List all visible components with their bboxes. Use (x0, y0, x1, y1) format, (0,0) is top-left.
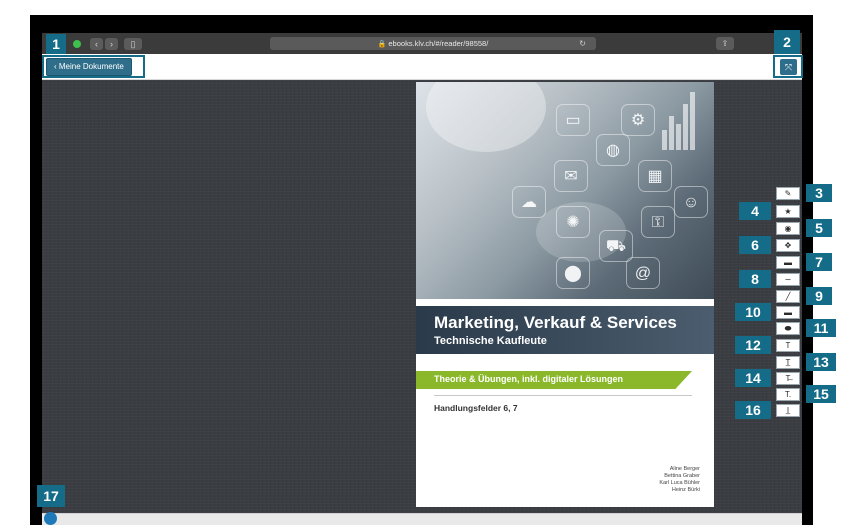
cover-photo: ▭ ⚙ ◍ ✉ ▦ ☁ ☺ ✺ ⚿ ⛟ ⬤ @ (416, 82, 714, 299)
author: Heinz Bürki (671, 487, 700, 493)
lock-icon: 🔒 (377, 41, 387, 48)
author: Aline Berger (669, 466, 700, 472)
title-band: Marketing, Verkauf & Services Technische… (416, 306, 714, 354)
browser-toolbar: ‹ › ▯ 🔒 ebooks.klv.ch/#/reader/98558/ ↻ ⇪ (42, 33, 802, 54)
fields-text: Handlungsfelder 6, 7 (434, 403, 518, 413)
ellipse-icon[interactable]: ⬬ (776, 322, 800, 335)
eye-icon[interactable]: ◉ (776, 222, 800, 235)
book-subtitle: Technische Kaufleute (434, 335, 547, 347)
highlight-fullscreen (773, 55, 803, 78)
back-arrow-icon[interactable]: ‹ (90, 38, 103, 50)
freehand-icon[interactable]: ∼ (776, 273, 800, 286)
reader-header: ‹ Meine Dokumente ⤧ (42, 54, 802, 80)
move-icon[interactable]: ✥ (776, 239, 800, 252)
address-bar[interactable]: 🔒 ebooks.klv.ch/#/reader/98558/ ↻ (270, 37, 596, 50)
settings-icon: ⚙ (621, 104, 655, 136)
callout-2: 2 (774, 30, 800, 54)
callout-15: 15 (806, 385, 836, 403)
text-underline-icon[interactable]: I̲ (776, 404, 800, 417)
text-small-icon[interactable]: T. (776, 388, 800, 401)
callout-6: 6 (739, 236, 771, 254)
cloud-icon: ☁ (512, 186, 546, 218)
author: Bettina Graber (664, 473, 700, 479)
book-cover-page[interactable]: ▭ ⚙ ◍ ✉ ▦ ☁ ☺ ✺ ⚿ ⛟ ⬤ @ Marketing, Verka… (416, 82, 714, 507)
strikethrough-icon[interactable]: T̶ (776, 372, 800, 385)
callout-3: 3 (806, 184, 832, 202)
callout-11: 11 (806, 319, 836, 337)
highlight-back (42, 55, 145, 78)
lock-cover-icon: ⚿ (641, 206, 675, 238)
sidebar-icon[interactable]: ▯ (124, 38, 142, 50)
callout-5: 5 (806, 219, 832, 237)
page-slider-track[interactable] (42, 513, 802, 525)
callout-16: 16 (735, 401, 771, 419)
divider (434, 395, 692, 396)
chart-icon: ▦ (638, 160, 672, 192)
people-icon: ☺ (674, 186, 708, 218)
band-text: Theorie & Übungen, inkl. digitaler Lösun… (434, 374, 624, 384)
underline-icon[interactable]: T̲ (776, 356, 800, 369)
line-icon[interactable]: ╱ (776, 290, 800, 303)
globe-icon: ◍ (596, 134, 630, 166)
zoom-dot[interactable] (73, 40, 81, 48)
cart-icon: ⛟ (599, 230, 633, 262)
rectangle-icon[interactable]: ▬ (776, 306, 800, 319)
laptop-icon: ▭ (556, 104, 590, 136)
book-title: Marketing, Verkauf & Services (434, 313, 677, 332)
bar-graphic (662, 92, 702, 152)
callout-14: 14 (735, 369, 771, 387)
callout-8: 8 (739, 270, 771, 288)
location-icon: ⬤ (556, 257, 590, 289)
star-icon[interactable]: ★ (776, 205, 800, 218)
text-box-icon[interactable]: T (776, 339, 800, 352)
share-icon[interactable]: ⇪ (716, 37, 734, 50)
reload-icon[interactable]: ↻ (579, 37, 586, 50)
bulb-icon: ✺ (556, 206, 590, 238)
url-text: ebooks.klv.ch/#/reader/98558/ (388, 39, 489, 48)
at-icon: @ (626, 257, 660, 289)
callout-7: 7 (806, 253, 832, 271)
forward-arrow-icon[interactable]: › (105, 38, 118, 50)
page-slider-handle[interactable] (44, 512, 57, 525)
callout-4: 4 (739, 202, 771, 220)
comment-icon[interactable]: ▬ (776, 256, 800, 269)
green-band: Theorie & Übungen, inkl. digitaler Lösun… (416, 371, 692, 389)
callout-9: 9 (806, 287, 832, 305)
authors: Aline Berger Bettina Graber Karl Luca Bü… (659, 466, 700, 494)
callout-17: 17 (37, 485, 65, 507)
author: Karl Luca Bühler (659, 480, 700, 486)
callout-10: 10 (735, 303, 771, 321)
mail-icon: ✉ (554, 160, 588, 192)
callout-1: 1 (46, 34, 66, 54)
callout-13: 13 (806, 353, 836, 371)
pen-icon[interactable]: ✎ (776, 187, 800, 200)
callout-12: 12 (735, 336, 771, 354)
